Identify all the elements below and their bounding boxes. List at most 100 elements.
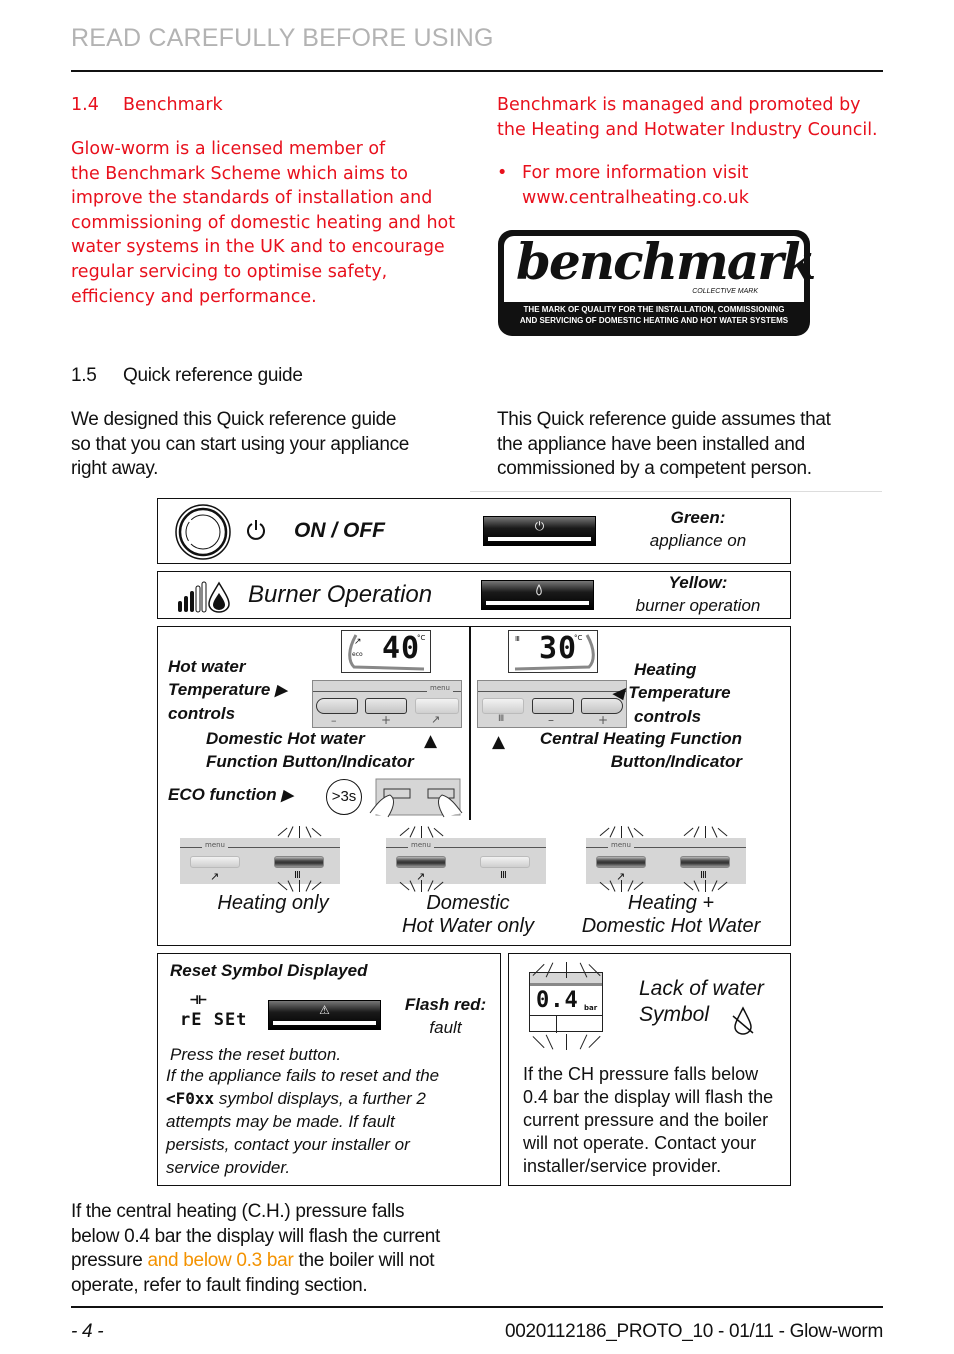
flash-ray	[693, 826, 700, 838]
reset-display-text: rE SEt	[180, 1010, 248, 1030]
instruction-line: symbol displays, a further 2	[218, 1089, 426, 1108]
paragraph-line: improve the standards of installation an…	[71, 188, 433, 209]
on-off-label: ON / OFF	[294, 519, 385, 542]
mode-caption: Heating only	[198, 892, 348, 915]
paragraph-line: the Heating and Hotwater Industry Counci…	[497, 119, 878, 140]
paragraph-line: We designed this Quick reference guide	[71, 409, 397, 430]
ch-function-label: Central Heating Function Button/Indicato…	[516, 727, 742, 773]
section-1-4-heading: 1.4 Benchmark	[71, 93, 223, 118]
led-line	[273, 1021, 376, 1025]
flash-ray	[421, 826, 423, 838]
dhw-mode-button[interactable]	[396, 856, 446, 868]
flame-icon	[536, 584, 542, 596]
ch-function-button[interactable]	[482, 698, 524, 714]
note-line: If the central heating (C.H.) pressure f…	[71, 1201, 405, 1222]
section-number: 1.4	[71, 95, 99, 115]
text-line: installer/service provider.	[523, 1156, 722, 1176]
mode-panel: menu ↗ Ⅲ	[180, 838, 340, 884]
eco-label-text: ECO function	[168, 785, 277, 804]
reset-panel: Reset Symbol Displayed ⊣⊢ rE SEt ⚠ Flash…	[157, 953, 501, 1186]
flash-ray	[705, 826, 707, 838]
water-pressure-text: If the CH pressure falls below 0.4 bar t…	[523, 1063, 773, 1178]
ch-mode-button[interactable]	[480, 856, 530, 868]
mode-caption: Domestic Hot Water only	[393, 892, 543, 938]
heating-minus-button[interactable]	[532, 698, 574, 714]
doc-reference: 0020112186_PROTO_10 - 01/11 - Glow-worm	[504, 1321, 883, 1342]
water-pressure-panel: 0.4 bar Lack of water Symbol If the CH p…	[508, 953, 791, 1186]
mode-panel: menu ↗ Ⅲ	[386, 838, 546, 884]
bullet-marker: •	[497, 163, 508, 183]
warning-icon: ⚠	[319, 1003, 330, 1017]
power-knob-icon[interactable]	[174, 503, 232, 561]
arrow-up-icon: ▲	[492, 732, 506, 752]
label-line: Central Heating Function	[539, 729, 742, 748]
temp-unit: °C	[417, 634, 426, 642]
instruction-line: Press the reset button.	[170, 1045, 342, 1064]
more-info-bullet: For more information visit www.centralhe…	[522, 161, 749, 210]
hot-water-control-panel: menu – + ↗	[312, 680, 462, 728]
radiator-icon: Ⅲ	[500, 870, 507, 881]
caption-line: Heating only	[217, 892, 329, 914]
tap-icon: ↗	[431, 713, 441, 726]
yellow-led-indicator	[481, 580, 594, 610]
tagline-line: THE MARK OF QUALITY FOR THE INSTALLATION…	[523, 305, 785, 314]
reset-fault-text: If the appliance fails to reset and the …	[166, 1064, 500, 1179]
flash-ray	[683, 827, 694, 837]
ch-mode-button[interactable]	[274, 856, 324, 868]
heating-temp-label: Heating ◀ Temperature controls	[612, 658, 731, 728]
caption-line: Domestic	[426, 892, 510, 914]
tagline-line: AND SERVICING OF DOMESTIC HEATING AND HO…	[519, 316, 789, 325]
controls-panel: ↗ eco 40 °C Hot water Temperature ▶ cont…	[157, 626, 791, 821]
burner-operation-label: Burner Operation	[248, 581, 433, 608]
hot-water-plus-button[interactable]	[365, 698, 407, 714]
note-highlight: and below 0.3 bar	[147, 1250, 294, 1272]
plus-symbol: +	[598, 713, 609, 727]
burner-panel: Burner Operation Yellow: burner operatio…	[157, 571, 791, 619]
instruction-line: attempts may be made. If fault	[166, 1112, 395, 1131]
website-link[interactable]: www.centralheating.co.uk	[522, 186, 749, 211]
paragraph-line: the Benchmark Scheme which aims to	[71, 163, 408, 184]
heating-display: Ⅲ 30 °C	[508, 630, 598, 673]
menu-label: menu	[408, 841, 434, 849]
menu-label: menu	[608, 841, 634, 849]
text-line: will not operate. Contact your	[523, 1133, 757, 1153]
on-off-panel: ON / OFF ⏻ Green: appliance on	[157, 498, 791, 564]
flash-ray	[311, 827, 322, 837]
paragraph-line: Benchmark is managed and promoted by	[497, 95, 861, 115]
section-1-5-heading: 1.5 Quick reference guide	[71, 364, 303, 389]
label-line: Function Button/Indicator	[206, 752, 414, 771]
red-led-indicator[interactable]: ⚠	[268, 1000, 381, 1030]
arrow-right-icon: ▶	[275, 682, 287, 699]
led-line	[486, 601, 589, 605]
radiator-icon: Ⅲ	[515, 635, 520, 643]
mode-caption: Heating + Domestic Hot Water	[571, 892, 771, 938]
flash-ray	[287, 826, 294, 838]
divider	[470, 491, 882, 492]
fault-code: <F0xx	[166, 1089, 215, 1108]
dhw-function-button[interactable]	[415, 698, 459, 714]
hot-water-temp-value: 40	[382, 631, 421, 666]
flash-ray	[633, 827, 644, 837]
page-header-title: READ CAREFULLY BEFORE USING	[71, 24, 494, 52]
dhw-mode-button[interactable]	[190, 856, 240, 868]
hot-water-minus-button[interactable]	[316, 698, 358, 714]
benchmark-managed-text: Benchmark is managed and promoted by the…	[497, 93, 897, 142]
flash-ray	[609, 826, 616, 838]
flash-ray	[705, 880, 707, 892]
text-line: If the CH pressure falls below	[523, 1064, 759, 1084]
paragraph-line: water systems in the UK and to encourage	[71, 237, 445, 258]
pressure-unit: bar	[584, 1004, 598, 1012]
ch-mode-button[interactable]	[680, 856, 730, 868]
flash-ray	[299, 826, 301, 838]
note-line: pressure	[71, 1250, 148, 1272]
paragraph-line: commissioned by a competent person.	[497, 458, 812, 480]
bullet-line: For more information visit	[522, 163, 749, 183]
dhw-mode-button[interactable]	[596, 856, 646, 868]
pressure-value: 0.4	[536, 988, 579, 1013]
power-icon	[247, 520, 265, 540]
label-line: Button/Indicator	[610, 752, 742, 771]
temp-unit: °C	[574, 634, 583, 642]
flash-ray	[599, 827, 610, 837]
flash-ray	[566, 1034, 568, 1050]
flash-ray	[433, 827, 444, 837]
